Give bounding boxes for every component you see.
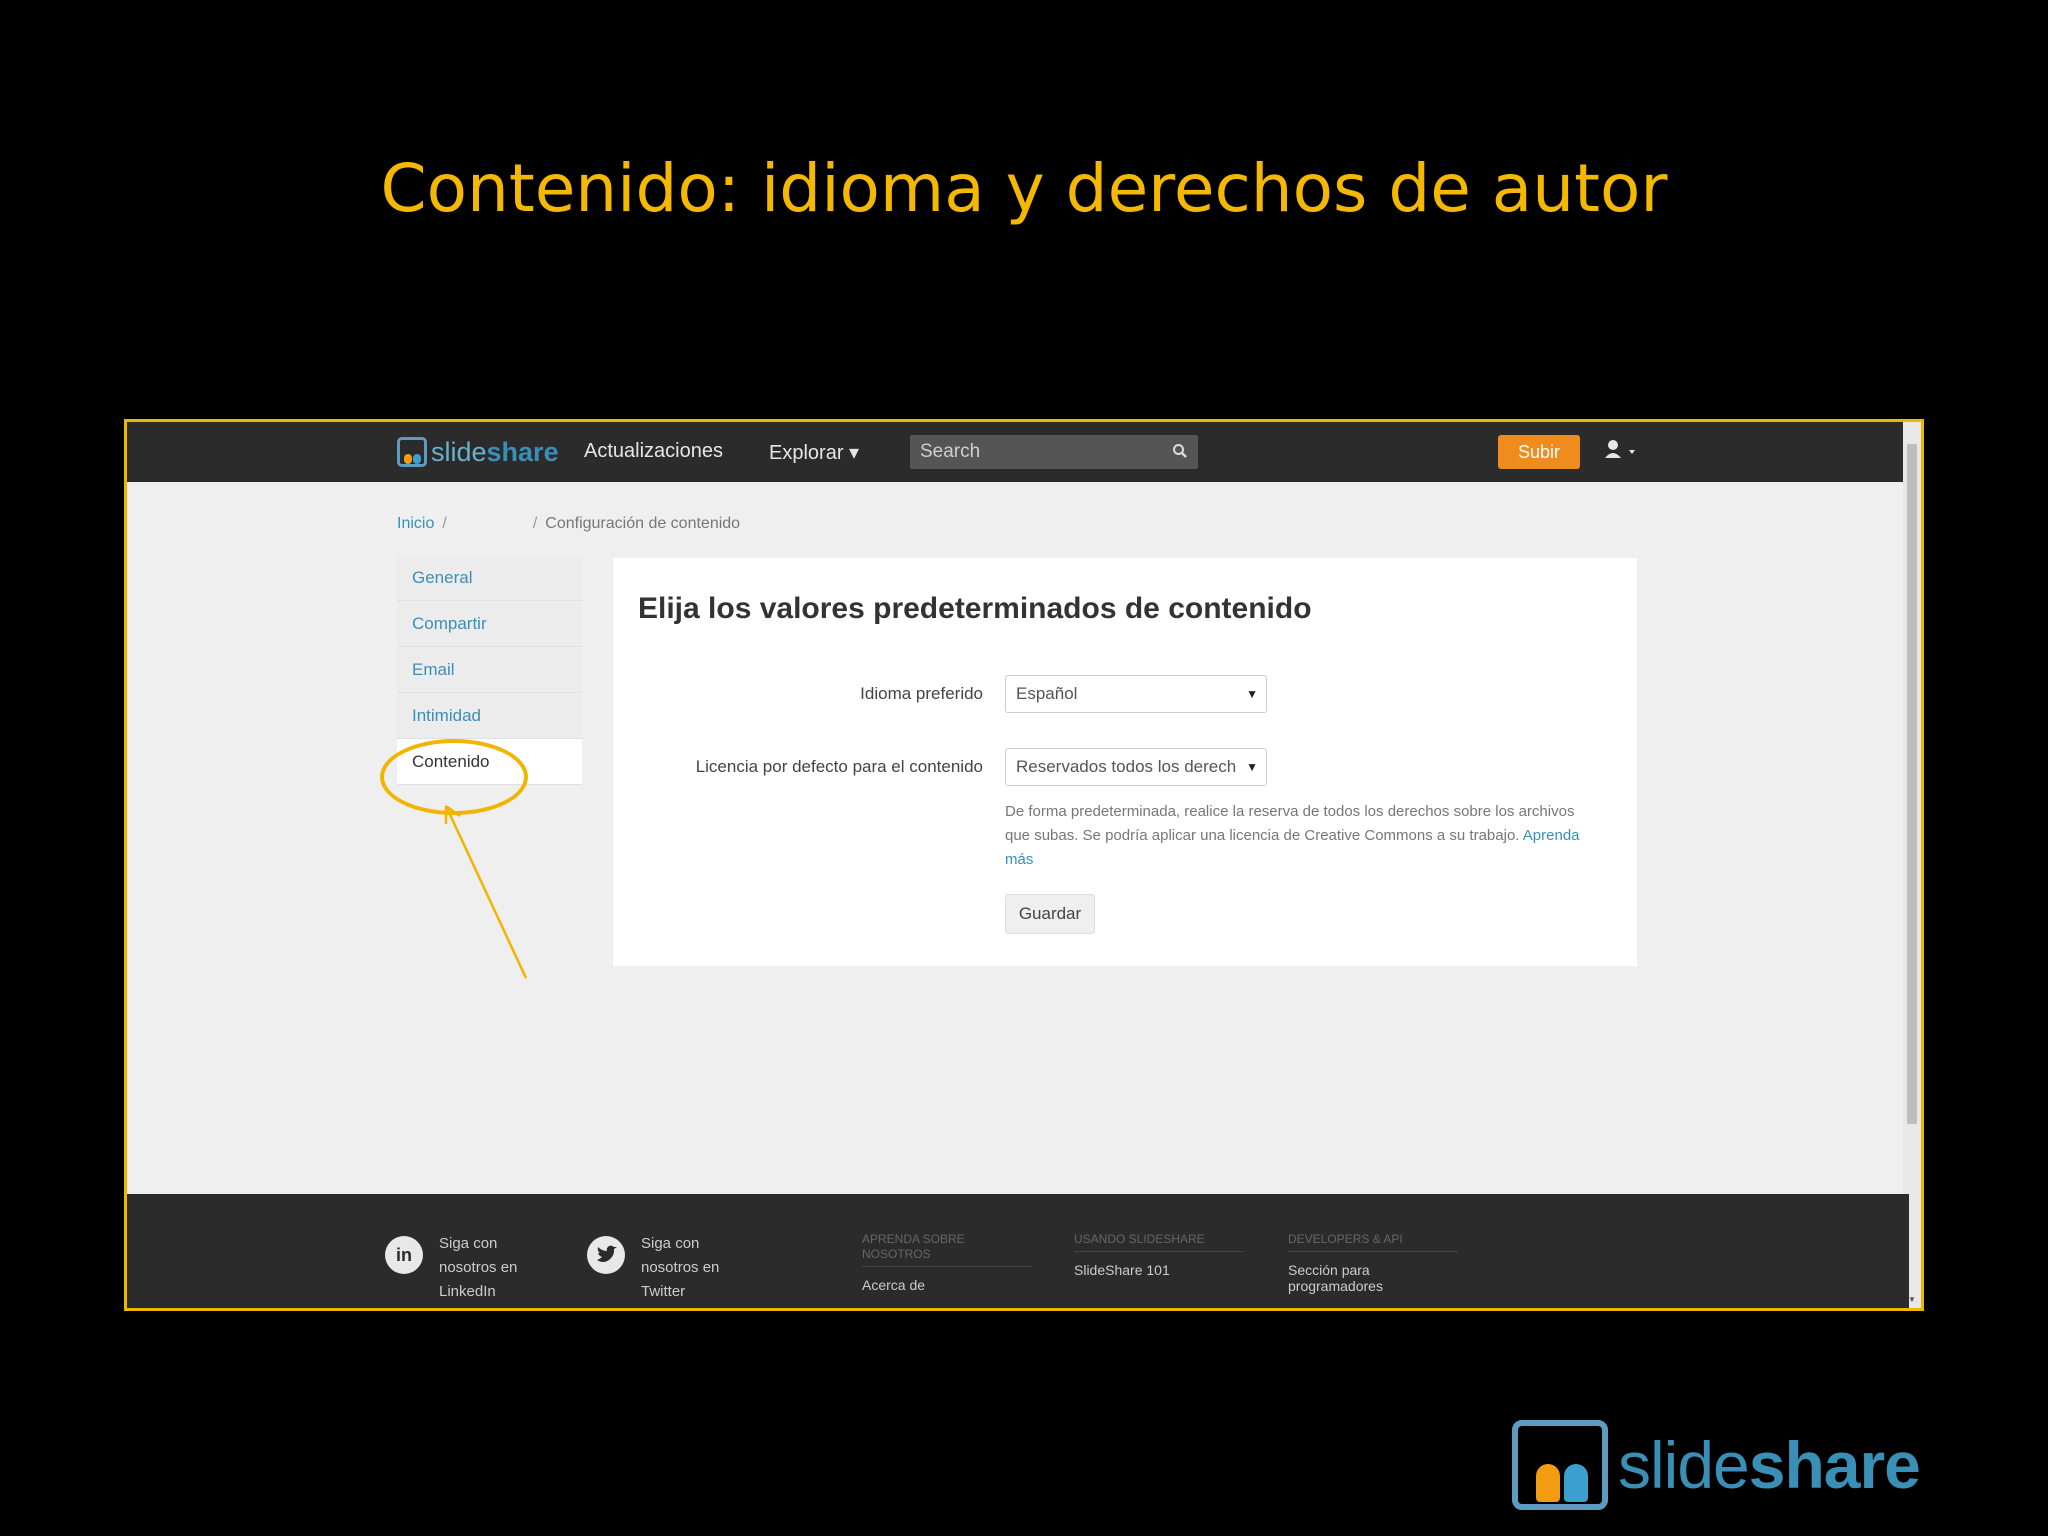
page-scrollbar[interactable]: ▼ bbox=[1903, 422, 1921, 1308]
footer-linkedin[interactable]: in Siga con nosotros en LinkedIn bbox=[385, 1232, 539, 1304]
help-text-body: De forma predeterminada, realice la rese… bbox=[1005, 803, 1575, 844]
upload-button[interactable]: Subir bbox=[1498, 435, 1580, 469]
content-settings-panel: Elija los valores predeterminados de con… bbox=[613, 558, 1637, 966]
footer-link[interactable]: SlideShare 101 bbox=[1074, 1262, 1244, 1278]
annotation-arrow bbox=[444, 804, 528, 979]
sidebar-item-privacy[interactable]: Intimidad bbox=[397, 693, 582, 739]
sidebar-item-general[interactable]: General bbox=[397, 555, 582, 601]
footer-column-developers: DEVELOPERS & API Sección para programado… bbox=[1288, 1232, 1458, 1294]
footer-link[interactable]: Acerca de bbox=[862, 1277, 1032, 1293]
scroll-down-arrow-icon[interactable]: ▼ bbox=[1908, 1295, 1916, 1304]
slideshare-brand-logo: slideshare bbox=[1512, 1420, 1921, 1510]
site-footer: in Siga con nosotros en LinkedIn Siga co… bbox=[127, 1194, 1909, 1308]
breadcrumb-current: Configuración de contenido bbox=[545, 515, 741, 532]
footer-column-heading: USANDO SLIDESHARE bbox=[1074, 1232, 1244, 1252]
license-label: Licencia por defecto para el contenido bbox=[695, 757, 983, 776]
breadcrumb-gap bbox=[455, 515, 525, 533]
sidebar-item-share[interactable]: Compartir bbox=[397, 601, 582, 647]
save-button[interactable]: Guardar bbox=[1005, 894, 1095, 934]
breadcrumb-separator: / bbox=[442, 515, 447, 532]
logo-text: slideshare bbox=[431, 436, 559, 467]
footer-twitter[interactable]: Siga con nosotros en Twitter bbox=[587, 1232, 741, 1304]
linkedin-text: Siga con nosotros en LinkedIn bbox=[439, 1235, 518, 1300]
breadcrumb-home[interactable]: Inicio bbox=[397, 515, 434, 533]
license-help-text: De forma predeterminada, realice la rese… bbox=[1005, 800, 1585, 872]
slideshare-screenshot: slideshare Actualizaciones Explorar ▾ Su… bbox=[124, 419, 1924, 1311]
sidebar-item-email[interactable]: Email bbox=[397, 647, 582, 693]
slideshare-logo[interactable]: slideshare bbox=[397, 435, 559, 469]
nav-explore-menu[interactable]: Explorar ▾ bbox=[769, 440, 859, 465]
breadcrumb: Inicio / / Configuración de contenido bbox=[397, 515, 740, 533]
slideshare-brand-icon bbox=[1512, 1420, 1608, 1510]
license-value: Reservados todos los derech bbox=[1016, 757, 1237, 776]
search-input[interactable] bbox=[920, 441, 1160, 463]
scrollbar-thumb[interactable] bbox=[1907, 444, 1917, 1124]
language-select[interactable]: Español ▼ bbox=[1005, 675, 1267, 713]
search-box[interactable] bbox=[910, 435, 1198, 469]
footer-column-heading: APRENDA SOBRE NOSOTROS bbox=[862, 1232, 1032, 1267]
breadcrumb-separator: / bbox=[532, 515, 538, 532]
twitter-icon bbox=[587, 1236, 625, 1274]
search-icon[interactable] bbox=[1172, 443, 1188, 459]
language-label: Idioma preferido bbox=[860, 684, 983, 703]
top-navbar: slideshare Actualizaciones Explorar ▾ Su… bbox=[127, 422, 1909, 482]
nav-updates[interactable]: Actualizaciones bbox=[584, 440, 723, 463]
footer-column-heading: DEVELOPERS & API bbox=[1288, 1232, 1458, 1252]
twitter-text: Siga con nosotros en Twitter bbox=[641, 1235, 720, 1300]
slide-title: Contenido: idioma y derechos de autor bbox=[380, 150, 1668, 227]
user-menu-icon[interactable] bbox=[1603, 438, 1641, 464]
dropdown-caret-icon: ▼ bbox=[1246, 687, 1258, 701]
footer-column-about: APRENDA SOBRE NOSOTROS Acerca de bbox=[862, 1232, 1032, 1293]
license-select[interactable]: Reservados todos los derech ▼ bbox=[1005, 748, 1267, 786]
brand-text: slideshare bbox=[1618, 1428, 1921, 1502]
footer-link[interactable]: Sección para programadores bbox=[1288, 1262, 1458, 1294]
language-value: Español bbox=[1016, 684, 1078, 703]
slideshare-logo-icon bbox=[397, 437, 427, 467]
dropdown-caret-icon: ▼ bbox=[1246, 760, 1258, 774]
linkedin-icon: in bbox=[385, 1236, 423, 1274]
panel-title: Elija los valores predeterminados de con… bbox=[638, 592, 1312, 625]
footer-column-using: USANDO SLIDESHARE SlideShare 101 bbox=[1074, 1232, 1244, 1278]
